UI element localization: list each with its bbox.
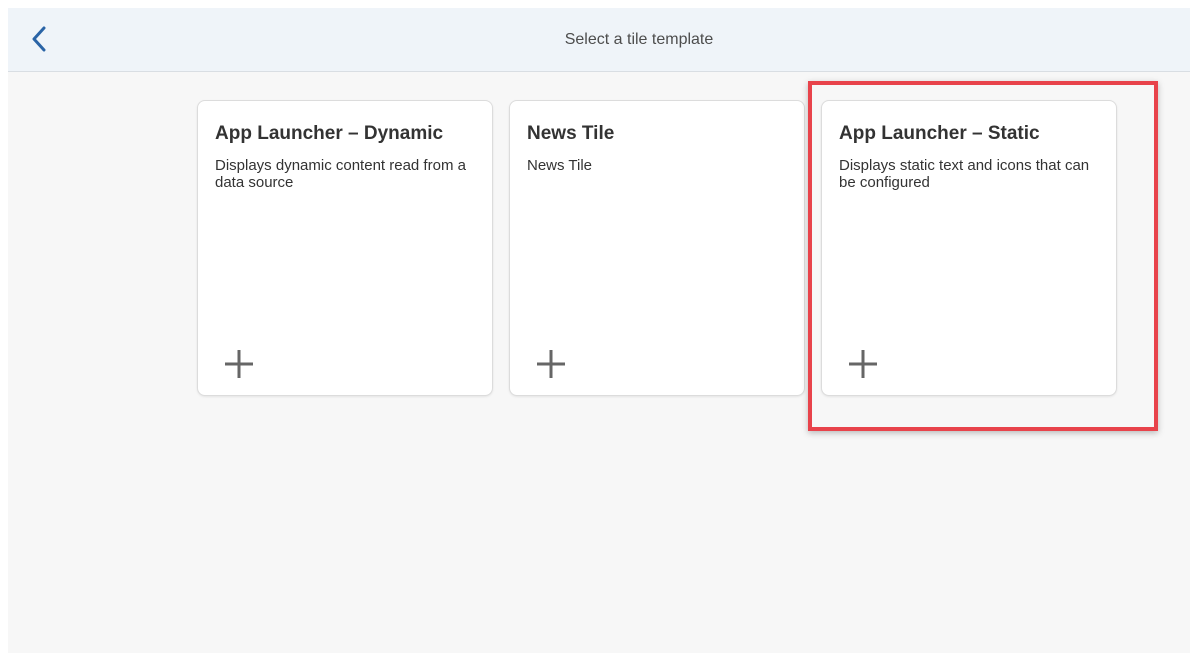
tile-app-launcher-dynamic[interactable]: App Launcher – Dynamic Displays dynamic … (197, 100, 493, 396)
tile-title: News Tile (527, 123, 615, 144)
tile-description: News Tile (527, 157, 593, 174)
header-bar: Select a tile template (8, 8, 1190, 72)
add-tile-button[interactable] (534, 347, 574, 387)
add-tile-button[interactable] (222, 347, 262, 387)
add-tile-button[interactable] (846, 347, 886, 387)
tile-app-launcher-static[interactable]: App Launcher – Static Displays static te… (821, 100, 1117, 396)
plus-icon (537, 350, 565, 378)
page-title: Select a tile template (564, 31, 714, 48)
tile-title: App Launcher – Dynamic (215, 123, 444, 144)
tile-description: Displays dynamic content read from a dat… (215, 157, 466, 191)
app-container: Select a tile template App Launcher – Dy… (8, 8, 1190, 653)
tile-description: Displays static text and icons that can … (839, 157, 1090, 191)
plus-icon (849, 350, 877, 378)
plus-icon (225, 350, 253, 378)
tile-news-tile[interactable]: News Tile News Tile (509, 100, 805, 396)
tile-title: App Launcher – Static (839, 123, 1040, 144)
